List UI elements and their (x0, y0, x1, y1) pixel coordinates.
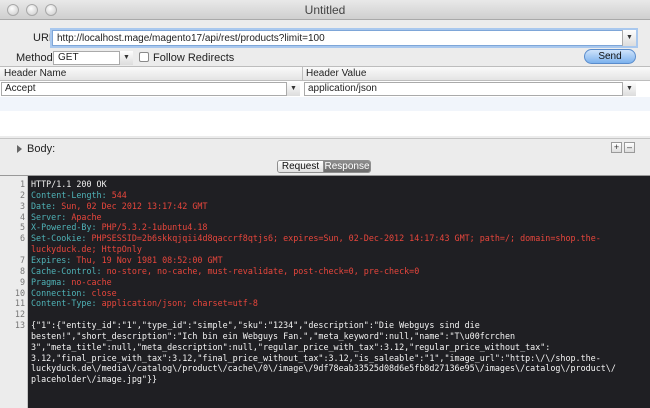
response-token: placeholder\/image.jpg"}} (31, 374, 158, 385)
response-line: Pragma: no-cache (31, 277, 112, 287)
line-number: 12 (14, 309, 25, 320)
response-token: luckyduck.de\/media\/catalog\/product\/c… (31, 363, 616, 374)
response-token: PHP/5.3.2-1ubuntu4.18 (101, 222, 208, 233)
chevron-down-icon: ▼ (626, 85, 633, 92)
chevron-down-icon: ▼ (626, 34, 633, 41)
response-line: 3.12,"final_price_with_tax":3.12,"final_… (31, 353, 601, 363)
response-line: Cache-Control: no-store, no-cache, must-… (31, 266, 419, 276)
method-select[interactable]: GET ▼ (53, 51, 133, 65)
line-number: 10 (14, 287, 25, 298)
response-token: Content-Length: (31, 189, 112, 200)
response-line: luckyduck.de; HttpOnly (31, 244, 142, 254)
response-line: 3","meta_title":null,"meta_description":… (31, 342, 550, 352)
response-token: Content-Type: (31, 298, 102, 309)
response-token: besten!","short_description":"Ich bin ei… (31, 330, 516, 341)
response-token: {"1":{"entity_id":"1","type_id":"simple"… (31, 320, 480, 331)
header-name-column[interactable]: Header Name (4, 67, 66, 80)
follow-redirects-checkbox[interactable] (139, 52, 149, 62)
response-token: 3.12,"final_price_with_tax":3.12,"final_… (31, 352, 601, 363)
response-token: X-Powered-By: (31, 222, 102, 233)
response-line: X-Powered-By: PHP/5.3.2-1ubuntu4.18 (31, 222, 207, 232)
method-dropdown[interactable]: ▼ (119, 51, 133, 65)
response-line: HTTP/1.1 200 OK (31, 179, 107, 189)
body-label: Body: (27, 143, 56, 155)
header-value-value: application/json (308, 83, 377, 94)
response-line: luckyduck.de\/media\/catalog\/product\/c… (31, 363, 616, 373)
title-bar: Untitled (0, 0, 650, 20)
response-token: Apache (71, 211, 102, 222)
response-line: Content-Type: application/json; charset=… (31, 298, 258, 308)
response-line: Expires: Thu, 19 Nov 1981 08:52:00 GMT (31, 255, 223, 265)
response-line: Connection: close (31, 288, 117, 298)
response-token: Sun, 02 Dec 2012 13:17:42 GMT (61, 200, 208, 211)
header-value-dropdown[interactable]: ▼ (622, 82, 636, 96)
url-input[interactable]: http://localhost.mage/magento17/api/rest… (52, 30, 636, 46)
response-line: besten!","short_description":"Ich bin ei… (31, 331, 515, 341)
response-token: Expires: (31, 254, 77, 265)
tab-response[interactable]: Response (324, 161, 370, 172)
response-line: Set-Cookie: PHPSESSID=2b6skkqjqii4d8qacc… (31, 233, 601, 243)
line-number: 1 (19, 179, 25, 189)
chevron-down-icon: ▼ (290, 85, 297, 92)
line-number: 4 (19, 211, 25, 222)
headers-table-header: Header Name Header Value (0, 67, 650, 81)
response-line: Content-Length: 544 (31, 190, 127, 200)
response-token: application/json; charset=utf-8 (101, 298, 258, 309)
response-token: Thu, 19 Nov 1981 08:52:00 GMT (76, 254, 223, 265)
response-token: Pragma: (31, 276, 72, 287)
add-body-button[interactable]: + (611, 142, 622, 153)
headers-table: Header Name Header Value Accept ▼ applic… (0, 66, 650, 136)
disclosure-triangle-icon[interactable] (17, 145, 22, 153)
line-number: 3 (19, 200, 25, 211)
line-number: 7 (19, 254, 25, 265)
response-line: {"1":{"entity_id":"1","type_id":"simple"… (31, 320, 480, 330)
line-number: 13 (14, 320, 25, 331)
url-value: http://localhost.mage/magento17/api/rest… (57, 33, 325, 44)
response-token: luckyduck.de; HttpOnly (31, 244, 142, 255)
follow-redirects-label: Follow Redirects (153, 52, 235, 64)
window-title: Untitled (304, 3, 346, 17)
request-response-switch: Request Response (277, 160, 371, 173)
response-token: Set-Cookie: (31, 233, 92, 244)
line-number: 5 (19, 222, 25, 233)
remove-body-button[interactable]: – (624, 142, 635, 153)
method-value: GET (58, 52, 79, 63)
response-viewer[interactable]: 1 HTTP/1.1 200 OK 2 Content-Length: 544 3 Dat… (0, 175, 650, 408)
response-line: Server: Apache (31, 212, 102, 222)
method-label: Method: (16, 52, 56, 64)
body-section: Body: + – (0, 138, 650, 158)
tab-request[interactable]: Request (278, 161, 324, 172)
response-token: Date: (31, 200, 62, 211)
response-token: PHPSESSID=2b6skkqjqii4d8qaccrf8qtjs6; ex… (91, 233, 601, 244)
chevron-down-icon: ▼ (123, 54, 130, 61)
response-token: Server: (31, 211, 72, 222)
line-number: 8 (19, 265, 25, 276)
response-token: 544 (111, 189, 127, 200)
response-token: no-cache (71, 276, 112, 287)
request-pane: URL: http://localhost.mage/magento17/api… (0, 20, 650, 65)
response-token: HTTP/1.1 200 OK (31, 179, 107, 189)
send-button[interactable]: Send (584, 49, 636, 64)
line-number: 9 (19, 276, 25, 287)
response-token: Connection: (31, 287, 92, 298)
response-token: 3","meta_title":null,"meta_description":… (31, 341, 551, 352)
header-name-input[interactable]: Accept ▼ (1, 82, 300, 96)
line-number: 11 (14, 298, 25, 309)
response-token: Cache-Control: (31, 265, 107, 276)
response-token: close (91, 287, 117, 298)
line-number: 6 (19, 233, 25, 244)
header-value-input[interactable]: application/json ▼ (304, 82, 636, 96)
response-token: no-store, no-cache, must-revalidate, pos… (106, 265, 420, 276)
header-name-value: Accept (5, 83, 36, 94)
line-number: 2 (19, 189, 25, 200)
header-value-column[interactable]: Header Value (306, 67, 366, 80)
headers-empty-rows (0, 97, 650, 137)
url-history-dropdown[interactable]: ▼ (622, 30, 636, 46)
response-line: Date: Sun, 02 Dec 2012 13:17:42 GMT (31, 201, 208, 211)
header-name-dropdown[interactable]: ▼ (286, 82, 300, 96)
response-line: placeholder\/image.jpg"}} (31, 374, 157, 384)
